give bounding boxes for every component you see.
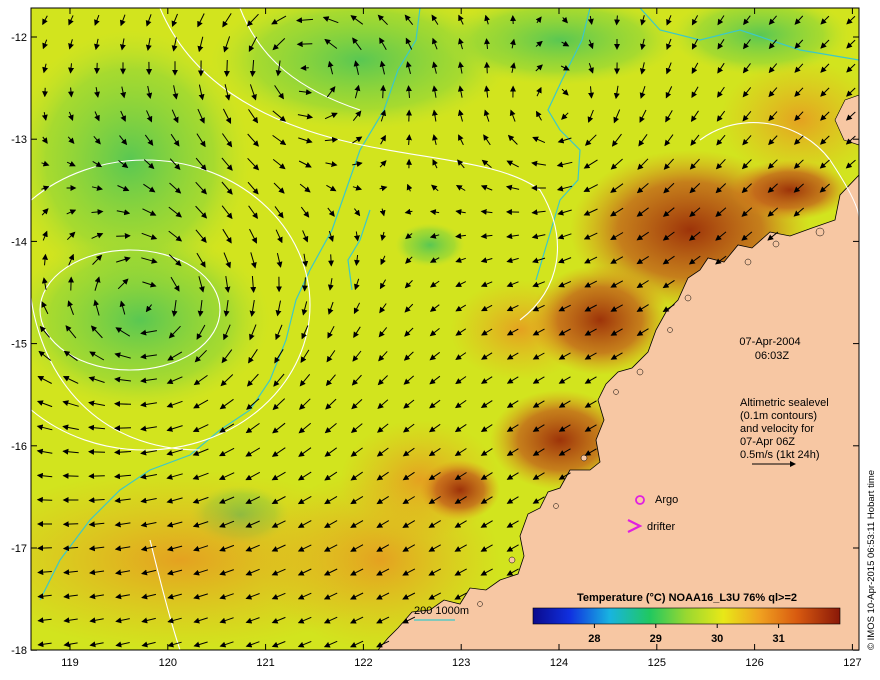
lat-tick-label: -16	[11, 441, 27, 453]
velocity-arrow	[36, 496, 53, 503]
lon-tick-label: 126	[745, 657, 763, 669]
date-label: 07-Apr-2004	[739, 336, 800, 348]
argo-label: Argo	[655, 494, 678, 506]
lon-tick-label: 119	[61, 657, 79, 669]
velocity-arrow	[380, 84, 387, 99]
altimetry-line-4: 07-Apr 06Z	[740, 436, 795, 448]
colorbar-title: Temperature (°C) NOAA16_L3U 76% ql>=2	[577, 592, 797, 604]
velocity-arrow	[88, 448, 106, 455]
lat-tick-label: -17	[11, 543, 27, 555]
drifter-label: drifter	[647, 521, 675, 533]
lon-tick-label: 124	[550, 657, 568, 669]
colorbar-tick-label: 28	[588, 633, 600, 645]
velocity-arrow	[223, 59, 230, 77]
velocity-arrow	[62, 521, 79, 528]
velocity-arrow	[328, 254, 335, 267]
colorbar-tick-label: 29	[650, 633, 662, 645]
velocity-arrow	[483, 61, 490, 74]
colorbar-gradient	[532, 607, 841, 625]
altimetry-line-5: 0.5m/s (1kt 24h)	[740, 449, 819, 461]
lat-tick-label: -12	[11, 32, 27, 44]
lon-tick-label: 125	[648, 657, 666, 669]
time-label: 06:03Z	[755, 350, 790, 362]
lat-tick-label: -13	[11, 134, 27, 146]
lon-tick-label: 120	[159, 657, 177, 669]
altimetry-line-1: Altimetric sealevel	[740, 397, 829, 409]
velocity-arrow	[296, 41, 313, 48]
altimetry-line-2: (0.1m contours)	[740, 410, 817, 422]
lon-tick-label: 122	[354, 657, 372, 669]
colorbar-tick-label: 31	[772, 633, 784, 645]
bathymetry-label: 200 1000m	[414, 605, 469, 617]
lat-tick-label: -18	[11, 645, 27, 657]
credit-label: © IMOS 10-Apr-2015 06:53:11 Hobart time	[866, 470, 877, 650]
velocity-arrow	[114, 400, 132, 407]
lon-tick-label: 123	[452, 657, 470, 669]
velocity-arrow	[62, 472, 79, 479]
colorbar-tick-label: 30	[711, 633, 723, 645]
lat-tick-label: -14	[11, 236, 27, 248]
longitude-labels: 119 120 121 122 123 124 125 126 127	[61, 657, 861, 669]
lon-tick-label: 121	[256, 657, 274, 669]
velocity-arrow	[37, 545, 52, 552]
sst-map: 119 120 121 122 123 124 125 126 127 -12 -13 -14 -15…	[11, 7, 877, 669]
lat-tick-label: -15	[11, 339, 27, 351]
lon-tick-label: 127	[843, 657, 861, 669]
altimetry-line-3: and velocity for	[740, 423, 814, 435]
latitude-labels: -12 -13 -14 -15 -16 -17 -18	[11, 32, 27, 657]
